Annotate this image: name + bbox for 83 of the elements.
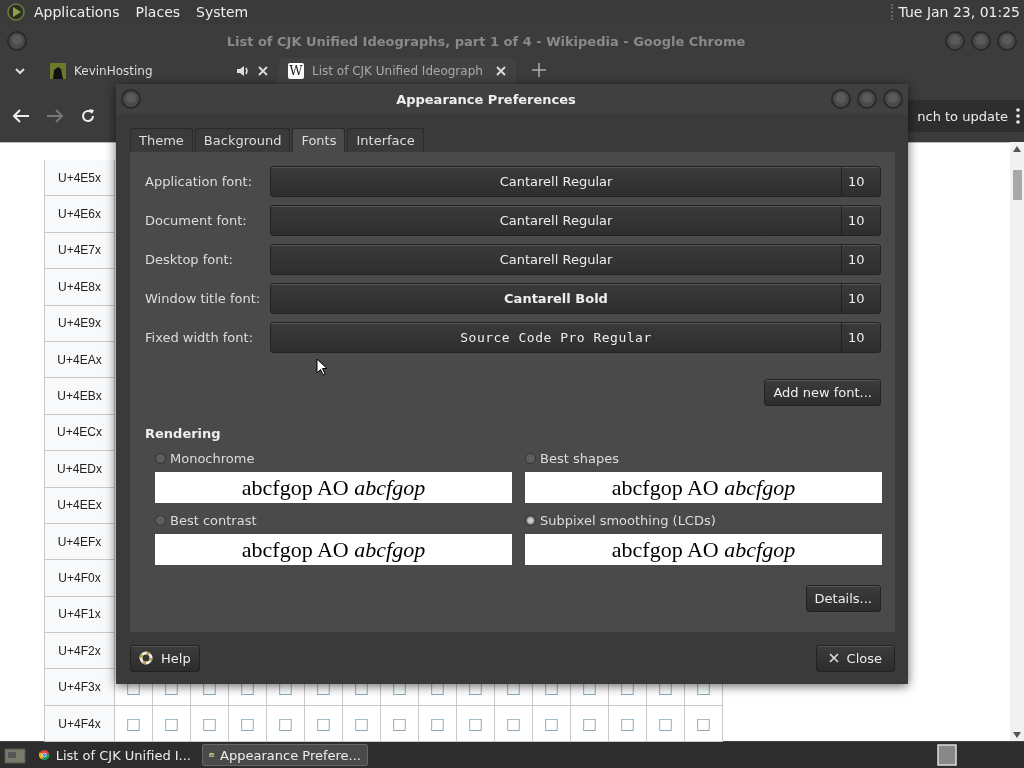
browser-tab[interactable]: W List of CJK Unified Ideograph (278, 58, 516, 83)
radio-label[interactable]: Best shapes (540, 451, 619, 466)
reload-icon[interactable] (80, 108, 96, 124)
table-row-header: U+4E6x (44, 196, 115, 233)
font-picker-button[interactable]: Cantarell Regular 10 (270, 166, 881, 197)
dialog-title: Appearance Preferences (395, 91, 577, 107)
browser-icon (39, 747, 50, 763)
tab[interactable]: Background (194, 128, 291, 152)
font-picker-button[interactable]: Source Code Pro Regular 10 (270, 322, 881, 353)
table-row-header: U+4F4x (44, 705, 115, 743)
close-button[interactable]: Close (815, 644, 895, 672)
radio-button[interactable] (525, 515, 536, 526)
font-sample: abcfgop AO abcfgop (241, 474, 426, 501)
workspace-switcher-icon[interactable] (936, 744, 958, 766)
menu-item[interactable]: System (188, 4, 257, 20)
lifebuoy-icon (139, 651, 153, 665)
field-label: Window title font: (145, 291, 262, 306)
window-control-button[interactable] (944, 30, 966, 52)
table-row-header: U+4E5x (44, 160, 115, 197)
section-heading: Rendering (145, 426, 222, 441)
window-title: List of CJK Unified Ideographs, part 1 of 4 - Wikipedia - Google Chrome (225, 33, 747, 49)
speaker-icon[interactable] (236, 63, 250, 78)
field-label: Fixed width font: (145, 330, 255, 345)
table-row-header: U+4F0x (44, 560, 115, 597)
table-row-header: U+4E8x (44, 269, 115, 306)
window-control-button[interactable] (6, 30, 28, 52)
font-sample: abcfgop AO abcfgop (241, 536, 426, 563)
radio-button[interactable] (155, 453, 166, 464)
taskbar-item[interactable]: Appearance Prefere... (202, 744, 368, 766)
table-row-header: U+4EBx (44, 378, 115, 415)
back-icon[interactable] (12, 108, 30, 124)
help-button[interactable]: Help (130, 644, 200, 672)
table-row-header: U+4EAx (44, 341, 115, 379)
close-icon (828, 653, 839, 663)
radio-label[interactable]: Best contrast (170, 513, 257, 528)
font-sample: abcfgop AO abcfgop (611, 474, 796, 501)
table-row-header: U+4F3x (44, 669, 115, 706)
window-control-button[interactable] (996, 30, 1018, 52)
window-control-button[interactable] (856, 88, 878, 110)
menu-item[interactable]: Places (127, 4, 189, 20)
new-tab-icon[interactable] (532, 63, 546, 77)
font-picker-button[interactable]: Cantarell Regular 10 (270, 205, 881, 236)
font-sample: abcfgop AO abcfgop (611, 536, 796, 563)
field-label: Document font: (145, 213, 248, 228)
favicon-icon: W (288, 62, 304, 79)
cursor-icon (316, 358, 328, 376)
radio-button[interactable] (525, 453, 536, 464)
window-control-button[interactable] (970, 30, 992, 52)
table-row-header: U+4EEx (44, 487, 115, 524)
table-row-header: U+4ECx (44, 414, 115, 452)
radio-label[interactable]: Subpixel smoothing (LCDs) (540, 513, 716, 528)
menu-logo-icon[interactable] (6, 2, 26, 22)
table-row-header: U+4F1x (44, 596, 115, 634)
window-control-button[interactable] (882, 88, 904, 110)
table-row-header: U+4EDx (44, 451, 115, 488)
close-icon[interactable] (496, 65, 506, 76)
table-row-header: U+4EFx (44, 523, 115, 561)
table-row-header: U+4F2x (44, 633, 115, 670)
more-menu-icon[interactable] (1016, 108, 1020, 124)
field-label: Desktop font: (145, 252, 234, 267)
table-row-header: U+4E7x (44, 232, 115, 270)
details-button[interactable]: Details... (805, 585, 881, 612)
window-control-button[interactable] (830, 88, 852, 110)
tab[interactable]: Interface (347, 128, 424, 152)
taskbar-item[interactable]: List of CJK Unified I... (32, 744, 198, 766)
tab[interactable]: Theme (130, 128, 193, 152)
table-row-header: U+4E9x (44, 305, 115, 342)
clock: Tue Jan 23, 01:25 (890, 4, 1020, 20)
add-font-button[interactable]: Add new font... (764, 379, 881, 406)
field-label: Application font: (145, 174, 253, 189)
scroll-up-icon[interactable] (1013, 146, 1021, 152)
tab[interactable]: Fonts (292, 128, 346, 152)
font-picker-button[interactable]: Cantarell Bold 10 (270, 283, 881, 314)
scroll-thumb[interactable] (1012, 170, 1022, 200)
window-control-button[interactable] (120, 88, 142, 110)
close-icon[interactable] (258, 65, 268, 76)
font-picker-button[interactable]: Cantarell Regular 10 (270, 244, 881, 275)
scrollbar[interactable] (1010, 142, 1024, 741)
menu-item[interactable]: Applications (26, 4, 128, 20)
radio-button[interactable] (155, 515, 166, 526)
scroll-down-icon[interactable] (1013, 732, 1021, 738)
radio-label[interactable]: Monochrome (170, 451, 255, 466)
favicon-icon (50, 62, 66, 79)
